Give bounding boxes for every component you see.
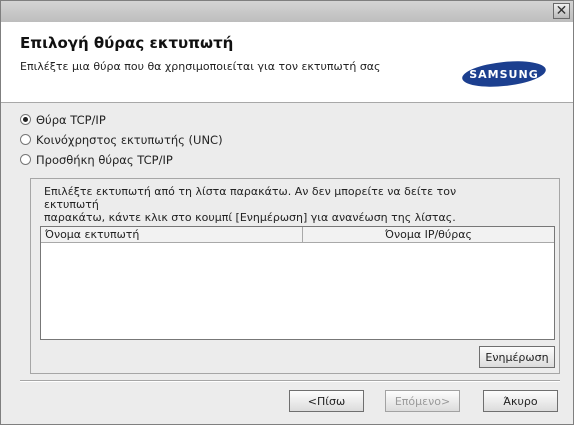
dialog-subtitle: Επιλέξτε μια θύρα που θα χρησιμοποιείται… bbox=[20, 60, 381, 73]
column-header-ip-port-name[interactable]: Όνομα IP/θύρας bbox=[303, 227, 554, 242]
radio-add-tcpip-label: Προσθήκη θύρας TCP/IP bbox=[36, 152, 173, 167]
printer-list[interactable]: Όνομα εκτυπωτή Όνομα IP/θύρας bbox=[40, 226, 555, 340]
instruction-text: Επιλέξτε εκτυπωτή από τη λίστα παρακάτω.… bbox=[44, 185, 514, 224]
radio-tcpip-label: Θύρα TCP/IP bbox=[36, 112, 106, 127]
radio-unc-label: Κοινόχρηστος εκτυπωτής (UNC) bbox=[36, 132, 223, 147]
footer-separator bbox=[20, 380, 560, 382]
radio-tcpip-port[interactable]: Θύρα TCP/IP bbox=[20, 111, 106, 128]
back-button[interactable]: <Πίσω bbox=[289, 390, 364, 412]
list-header: Όνομα εκτυπωτή Όνομα IP/θύρας bbox=[41, 227, 554, 243]
dialog-title: Επιλογή θύρας εκτυπωτή bbox=[20, 34, 234, 52]
radio-add-tcpip-port[interactable]: Προσθήκη θύρας TCP/IP bbox=[20, 151, 173, 168]
logo-text: SAMSUNG bbox=[469, 68, 538, 81]
refresh-button[interactable]: Ενημέρωση bbox=[479, 346, 555, 368]
instruction-line-2: παρακάτω, κάντε κλικ στο κουμπί [Ενημέρω… bbox=[44, 211, 456, 224]
radio-add-tcpip-indicator[interactable] bbox=[20, 154, 31, 165]
close-icon[interactable]: ✕ bbox=[553, 3, 570, 19]
radio-shared-printer-unc[interactable]: Κοινόχρηστος εκτυπωτής (UNC) bbox=[20, 131, 223, 148]
radio-tcpip-indicator[interactable] bbox=[20, 114, 31, 125]
samsung-logo: SAMSUNG bbox=[462, 61, 546, 87]
cancel-button[interactable]: Άκυρο bbox=[483, 390, 558, 412]
column-header-printer-name[interactable]: Όνομα εκτυπωτή bbox=[41, 227, 303, 242]
title-bar[interactable]: ✕ bbox=[1, 1, 573, 22]
radio-unc-indicator[interactable] bbox=[20, 134, 31, 145]
instruction-line-1: Επιλέξτε εκτυπωτή από τη λίστα παρακάτω.… bbox=[44, 185, 457, 211]
printer-port-dialog: ✕ Επιλογή θύρας εκτυπωτή Επιλέξτε μια θύ… bbox=[0, 0, 574, 425]
next-button: Επόμενο> bbox=[385, 390, 460, 412]
